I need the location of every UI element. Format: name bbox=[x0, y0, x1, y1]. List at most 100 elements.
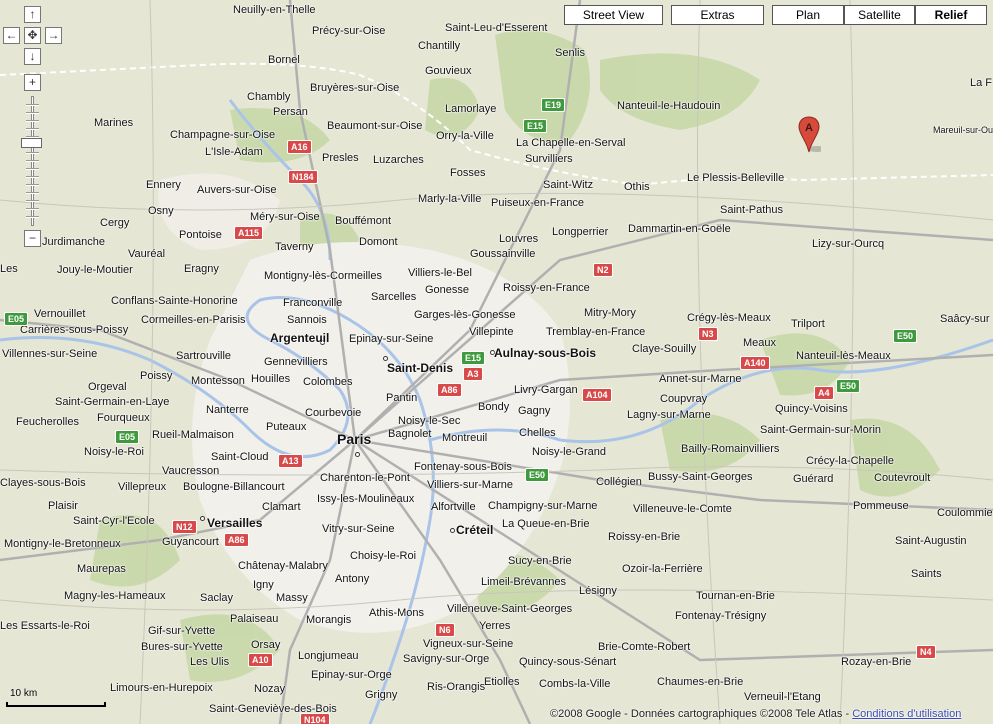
place-label: Villeneuve-Saint-Georges bbox=[447, 603, 573, 615]
place-label: Presles bbox=[322, 152, 359, 164]
minus-icon: − bbox=[28, 231, 36, 245]
terms-of-use-link[interactable]: Conditions d'utilisation bbox=[852, 708, 961, 720]
place-label: Eragny bbox=[184, 263, 219, 275]
place-label: Puiseux-en-France bbox=[491, 197, 584, 209]
place-label: Précy-sur-Oise bbox=[312, 25, 386, 37]
satellite-button[interactable]: Satellite bbox=[844, 5, 915, 25]
place-label: Clayes-sous-Bois bbox=[0, 477, 86, 489]
place-label: Saâcy-sur bbox=[940, 313, 990, 325]
paris-marker bbox=[355, 452, 360, 457]
place-label: Marly-la-Ville bbox=[418, 193, 482, 205]
place-label: Neuilly-en-Thelle bbox=[233, 4, 316, 16]
zoom-slider[interactable] bbox=[26, 96, 39, 226]
place-label: Palaiseau bbox=[230, 613, 279, 625]
road-shield: N104 bbox=[300, 713, 330, 724]
scale-line bbox=[6, 702, 106, 707]
place-label: Bussy-Saint-Georges bbox=[648, 471, 753, 483]
city-dot bbox=[200, 516, 205, 521]
road-shield: A104 bbox=[582, 388, 612, 402]
place-label: Domont bbox=[359, 236, 398, 248]
place-label: Houilles bbox=[251, 373, 291, 385]
place-label: Mitry-Mory bbox=[584, 307, 636, 319]
place-label: Clamart bbox=[262, 501, 301, 513]
copyright-text: ©2008 Google - Données cartographiques ©… bbox=[550, 708, 850, 720]
zoom-slider-thumb[interactable] bbox=[21, 138, 42, 148]
plan-button[interactable]: Plan bbox=[772, 5, 844, 25]
place-label: Quincy-Voisins bbox=[775, 403, 848, 415]
extras-button[interactable]: Extras bbox=[671, 5, 764, 25]
map-canvas[interactable]: Paris Argenteuil Saint-Denis Aulnay-sous… bbox=[0, 0, 993, 724]
place-label: Goussainville bbox=[470, 248, 536, 260]
place-label: Saint-Cyr-l'Ecole bbox=[73, 515, 155, 527]
place-city: Créteil bbox=[456, 523, 494, 537]
place-label: L'Isle-Adam bbox=[205, 146, 263, 158]
place-label: Livry-Gargan bbox=[514, 384, 578, 396]
pan-right-button[interactable]: → bbox=[45, 27, 62, 44]
pan-left-button[interactable]: ← bbox=[3, 27, 20, 44]
place-label: Pommeuse bbox=[853, 500, 909, 512]
place-label: Chantilly bbox=[418, 40, 461, 52]
terrain-layer bbox=[0, 0, 993, 724]
place-label: Nozay bbox=[254, 683, 286, 695]
place-label: Montesson bbox=[191, 375, 245, 387]
place-label: Beaumont-sur-Oise bbox=[327, 120, 423, 132]
place-label: Les Essarts-le-Roi bbox=[0, 620, 90, 632]
road-shield: N4 bbox=[916, 645, 936, 659]
place-label: Gouvieux bbox=[425, 65, 472, 77]
zoom-tick bbox=[26, 120, 39, 122]
arrow-up-icon: ↑ bbox=[29, 7, 36, 21]
place-label: Ris-Orangis bbox=[427, 681, 486, 693]
road-shield: N2 bbox=[593, 263, 613, 277]
place-label: Coulommie bbox=[937, 507, 993, 519]
place-label: Crécy-la-Chapelle bbox=[806, 455, 895, 467]
street-view-button[interactable]: Street View bbox=[564, 5, 663, 25]
zoom-tick bbox=[26, 200, 39, 202]
place-city: Saint-Denis bbox=[387, 361, 454, 375]
place-label: Issy-les-Moulineaux bbox=[317, 493, 415, 505]
place-label: Tournan-en-Brie bbox=[696, 590, 775, 602]
road-shield: N6 bbox=[435, 623, 455, 637]
place-label: Garges-lès-Gonesse bbox=[414, 309, 516, 321]
zoom-out-button[interactable]: − bbox=[24, 230, 41, 247]
zoom-tick bbox=[26, 216, 39, 218]
zoom-tick bbox=[26, 112, 39, 114]
road-shield: A140 bbox=[740, 356, 770, 370]
road-shield: A13 bbox=[278, 454, 303, 468]
place-label: Survilliers bbox=[525, 153, 573, 165]
place-label: Villiers-le-Bel bbox=[408, 267, 472, 279]
zoom-in-button[interactable]: + bbox=[24, 74, 41, 91]
zoom-tick bbox=[26, 184, 39, 186]
place-label: Guérard bbox=[793, 473, 834, 485]
place-label: Grigny bbox=[365, 689, 398, 701]
pan-up-button[interactable]: ↑ bbox=[24, 6, 41, 23]
place-label: Franconville bbox=[283, 297, 343, 309]
relief-button[interactable]: Relief bbox=[915, 5, 987, 25]
place-label: Saints bbox=[911, 568, 942, 580]
center-icon: ✥ bbox=[27, 28, 38, 42]
place-label: Boulogne-Billancourt bbox=[183, 481, 285, 493]
place-label: Roissy-en-Brie bbox=[608, 531, 681, 543]
place-label: Bagnolet bbox=[388, 428, 432, 440]
place-label: Saint-Germain-sur-Morin bbox=[760, 424, 882, 436]
place-label: Chaumes-en-Brie bbox=[657, 676, 744, 688]
scale-label: 10 km bbox=[10, 688, 38, 699]
marker-letter: A bbox=[805, 122, 813, 134]
place-label: Fontenay-sous-Bois bbox=[414, 461, 512, 473]
marker-a-pin[interactable]: A bbox=[797, 116, 827, 154]
place-label: Yerres bbox=[479, 620, 511, 632]
place-label: Saint-Germain-en-Laye bbox=[55, 396, 170, 408]
place-label: Persan bbox=[273, 106, 308, 118]
place-label: Tremblay-en-France bbox=[546, 326, 646, 338]
place-label: Meaux bbox=[743, 337, 777, 349]
place-label: Gif-sur-Yvette bbox=[148, 625, 216, 637]
place-label: Sarcelles bbox=[371, 291, 417, 303]
place-label: Cergy bbox=[100, 217, 130, 229]
city-dot bbox=[450, 528, 455, 533]
pan-down-button[interactable]: ↓ bbox=[24, 48, 41, 65]
place-label: Saint-Augustin bbox=[895, 535, 967, 547]
place-label: Magny-les-Hameaux bbox=[64, 590, 166, 602]
pan-center-button[interactable]: ✥ bbox=[24, 27, 41, 44]
place-label: Villepreux bbox=[118, 481, 167, 493]
place-label: Saclay bbox=[200, 592, 234, 604]
zoom-tick bbox=[26, 104, 39, 106]
